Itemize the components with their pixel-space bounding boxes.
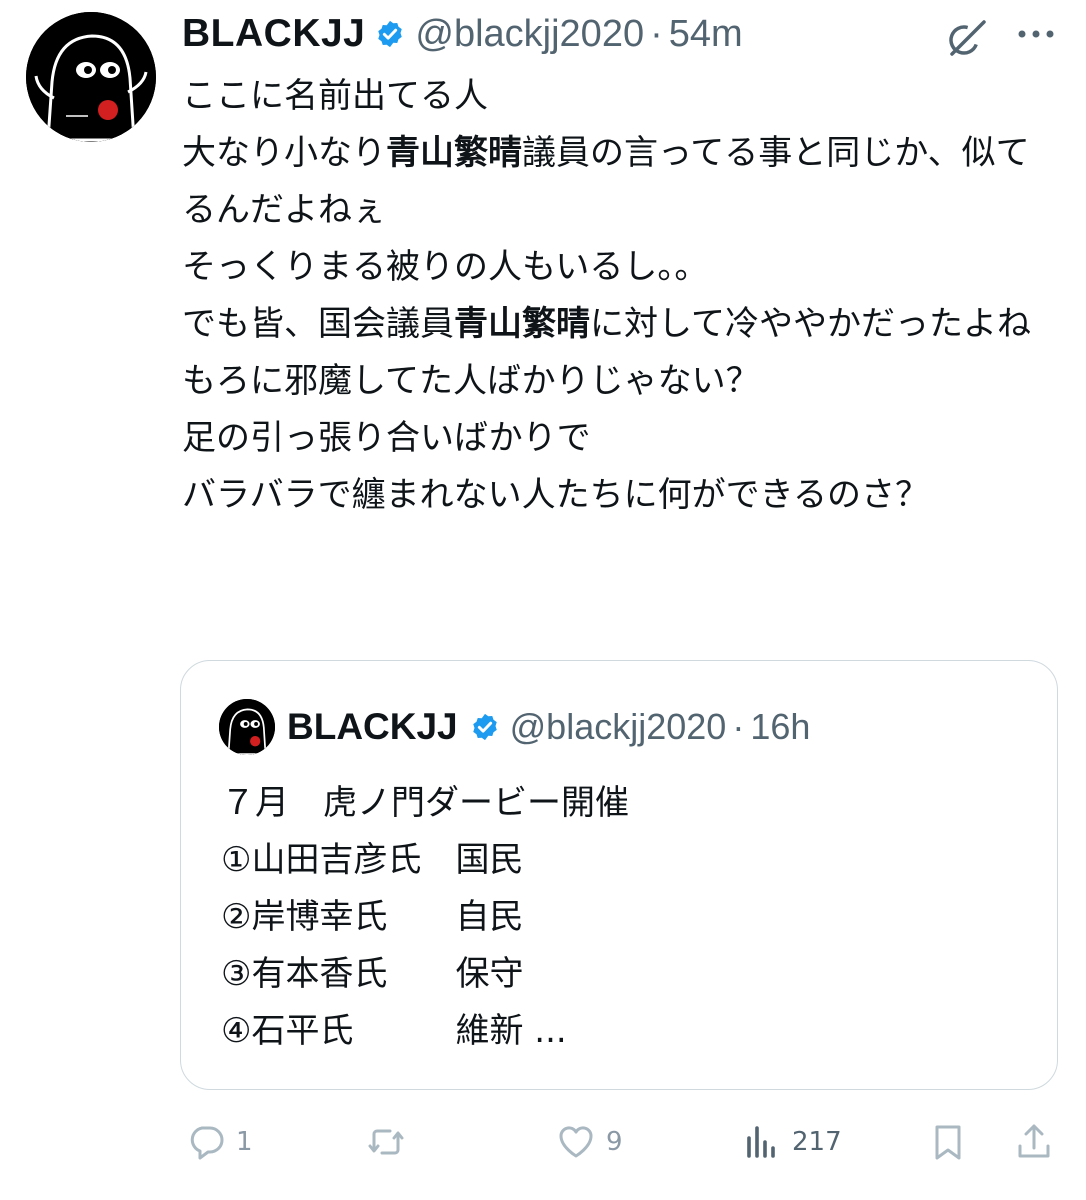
- quoted-tweet-card[interactable]: BLACKJJ @blackjj2020 · 16h ７月 虎ノ門ダービー開催 ①…: [180, 660, 1058, 1090]
- bookmark-button[interactable]: [928, 1110, 968, 1174]
- author-display-name[interactable]: BLACKJJ: [182, 12, 365, 56]
- separator-dot: ·: [650, 12, 663, 55]
- quoted-line: ②岸博幸氏 自民: [221, 897, 524, 937]
- reply-button[interactable]: 1: [186, 1110, 253, 1174]
- verified-badge-icon: [470, 712, 500, 742]
- share-button[interactable]: [1014, 1110, 1054, 1174]
- author-avatar[interactable]: [26, 12, 156, 142]
- quoted-author-handle: @blackjj2020: [509, 706, 727, 747]
- tweet-text-bold-name: 青山繁晴: [454, 304, 590, 344]
- bookmark-icon: [928, 1122, 968, 1162]
- repost-icon: [366, 1122, 406, 1162]
- more-options-icon[interactable]: [1012, 14, 1060, 54]
- heart-icon: [556, 1122, 596, 1162]
- tweet-text: ここに名前出てる人 大なり小なり青山繁晴議員の言ってる事と同じか、似てるんだよね…: [182, 68, 1062, 524]
- quoted-line: ④石平氏 維新 ...: [221, 1011, 567, 1051]
- views-button[interactable]: 217: [742, 1110, 842, 1174]
- repost-button[interactable]: [366, 1110, 416, 1174]
- verified-badge-icon: [375, 19, 405, 49]
- quoted-tweet-timestamp: 16h: [750, 706, 811, 747]
- quoted-line: ③有本香氏 保守: [221, 954, 524, 994]
- quoted-author-avatar: [219, 699, 275, 755]
- views-chart-icon: [742, 1122, 782, 1162]
- like-count: 9: [606, 1127, 623, 1157]
- views-count: 217: [792, 1127, 842, 1157]
- author-handle[interactable]: @blackjj2020: [415, 13, 644, 56]
- share-icon: [1014, 1122, 1054, 1162]
- quoted-line: ７月 虎ノ門ダービー開催: [221, 783, 629, 823]
- tweet-text-bold-name: 青山繁晴: [386, 133, 522, 173]
- separator-dot: ·: [732, 706, 745, 747]
- quoted-author-display-name: BLACKJJ: [287, 706, 458, 747]
- quoted-line: ①山田吉彦氏 国民: [221, 840, 524, 880]
- tweet-timestamp[interactable]: 54m: [669, 13, 743, 56]
- reply-count: 1: [236, 1127, 253, 1157]
- tweet-header: BLACKJJ @blackjj2020 · 54m: [182, 8, 743, 60]
- black-ghost-avatar-icon: [26, 12, 156, 142]
- quoted-tweet-text: ７月 虎ノ門ダービー開催 ①山田吉彦氏 国民 ②岸博幸氏 自民 ③有本香氏 保守 ④石平…: [221, 775, 629, 1060]
- grok-icon[interactable]: [942, 14, 990, 62]
- black-ghost-avatar-icon: [219, 699, 275, 755]
- like-button[interactable]: 9: [556, 1110, 623, 1174]
- quoted-tweet-header: BLACKJJ @blackjj2020 · 16h: [287, 701, 810, 753]
- reply-icon: [186, 1122, 226, 1162]
- tweet-action-bar: 1 9 217: [0, 1110, 1086, 1180]
